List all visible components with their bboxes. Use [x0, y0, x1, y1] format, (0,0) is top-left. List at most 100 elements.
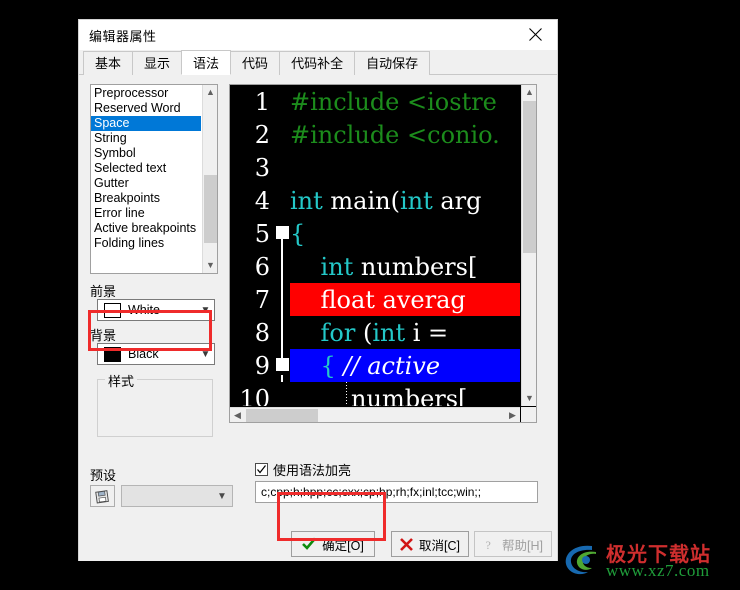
gutter-zone	[274, 382, 290, 406]
scroll-up-icon[interactable]: ▲	[203, 85, 217, 100]
ok-button[interactable]: 确定[O]	[291, 531, 375, 557]
tab-strip: 基本 显示 语法 代码 代码补全 自动保存	[79, 50, 557, 75]
code-preview-panel[interactable]: 1 #include <iostre 2 #include <conio. 3 …	[229, 84, 537, 423]
list-item[interactable]: String	[91, 131, 201, 146]
syntax-element-list[interactable]: Preprocessor Reserved Word Space String …	[90, 84, 218, 274]
code-token: i =	[412, 318, 449, 347]
list-item[interactable]: Folding lines	[91, 236, 201, 251]
foreground-color-swatch	[104, 302, 121, 318]
background-color-value: Black	[128, 347, 159, 361]
list-item[interactable]: Error line	[91, 206, 201, 221]
folding-line	[281, 316, 283, 349]
file-extensions-input[interactable]: c;cpp;h;hpp;cc;cxx;cp;hp;rh;fx;inl;tcc;w…	[255, 481, 538, 503]
list-item[interactable]: Breakpoints	[91, 191, 201, 206]
code-horizontal-scrollbar[interactable]: ◀ ▶	[230, 407, 520, 422]
code-token: int	[290, 186, 331, 215]
tab-basic[interactable]: 基本	[83, 51, 134, 75]
code-token: // active	[343, 351, 441, 380]
question-mark-icon: ?	[486, 538, 491, 551]
list-item[interactable]: Preprocessor	[91, 86, 201, 101]
code-vertical-scrollbar[interactable]: ▲ ▼	[521, 85, 536, 406]
folding-marker[interactable]	[276, 358, 289, 371]
list-item[interactable]: Reserved Word	[91, 101, 201, 116]
tab-display[interactable]: 显示	[132, 51, 183, 75]
line-number: 9	[254, 351, 270, 380]
preset-combo[interactable]: ▼	[121, 485, 233, 507]
chevron-down-icon[interactable]: ▼	[197, 305, 214, 316]
tab-auto-save[interactable]: 自动保存	[354, 51, 431, 75]
dialog-body: Preprocessor Reserved Word Space String …	[79, 75, 557, 561]
tab-code-completion[interactable]: 代码补全	[279, 51, 356, 75]
list-item[interactable]: Symbol	[91, 146, 201, 161]
cancel-button[interactable]: 取消[C]	[391, 531, 469, 557]
list-scrollbar-thumb[interactable]	[204, 175, 217, 243]
line-number: 5	[254, 219, 270, 248]
title-bar: 编辑器属性	[79, 20, 557, 50]
code-token: int	[399, 186, 441, 215]
chevron-down-icon[interactable]: ▼	[212, 491, 232, 502]
code-line-text: {	[290, 217, 520, 250]
tab-code[interactable]: 代码	[230, 51, 281, 75]
close-button[interactable]	[513, 20, 557, 49]
scroll-up-icon[interactable]: ▲	[522, 85, 536, 100]
folding-line	[281, 375, 283, 382]
use-syntax-highlight-label: 使用语法加亮	[273, 463, 352, 478]
gutter-zone	[274, 85, 290, 118]
line-number: 4	[254, 186, 270, 215]
watermark-url: www.xz7.com	[606, 561, 710, 580]
gutter-zone	[274, 151, 290, 184]
code-token: #include <conio.	[290, 120, 500, 149]
scroll-left-icon[interactable]: ◀	[230, 408, 245, 423]
code-line-text: int numbers[	[290, 250, 520, 283]
code-line-text: int main(int arg	[290, 184, 520, 217]
folding-marker[interactable]	[276, 226, 289, 239]
foreground-color-combo[interactable]: White ▼	[97, 299, 215, 321]
code-line-text: #include <iostre	[290, 85, 520, 118]
checkbox-box[interactable]	[255, 463, 268, 476]
code-line: 10 numbers[	[230, 382, 520, 406]
list-item[interactable]: Gutter	[91, 176, 201, 191]
line-number: 3	[254, 153, 270, 182]
code-vertical-scrollbar-thumb[interactable]	[523, 101, 536, 253]
style-groupbox: 样式	[97, 371, 213, 437]
help-button: ? 帮助[H]	[474, 531, 552, 557]
line-number: 6	[254, 252, 270, 281]
code-preview-text: 1 #include <iostre 2 #include <conio. 3 …	[230, 85, 520, 406]
use-syntax-highlight-checkbox[interactable]: 使用语法加亮	[255, 460, 351, 479]
indent-guide	[346, 382, 347, 406]
code-line: 3	[230, 151, 520, 184]
code-line: 9 { // active	[230, 349, 520, 382]
gutter-zone	[274, 184, 290, 217]
list-item[interactable]: Space	[91, 116, 201, 131]
background-color-combo[interactable]: Black ▼	[97, 343, 215, 365]
screen-root: 编辑器属性 基本 显示 语法 代码 代码补全 自动保存 Preprocessor	[0, 0, 740, 590]
scroll-down-icon[interactable]: ▼	[522, 391, 536, 406]
code-line: 5 {	[230, 217, 520, 250]
code-horizontal-scrollbar-thumb[interactable]	[246, 409, 318, 422]
list-scrollbar[interactable]: ▲ ▼	[202, 85, 217, 273]
code-token: for	[290, 318, 363, 347]
chevron-down-icon[interactable]: ▼	[197, 349, 214, 360]
code-line: 2 #include <conio.	[230, 118, 520, 151]
folding-line	[281, 283, 283, 316]
gutter-zone	[274, 118, 290, 151]
page-title: 编辑器属性	[89, 28, 157, 44]
line-number: 10	[239, 384, 270, 407]
code-token: arg	[440, 186, 482, 215]
code-line-text: { // active	[290, 349, 520, 382]
preset-save-button[interactable]	[90, 485, 115, 507]
scroll-right-icon[interactable]: ▶	[505, 408, 520, 423]
floppy-disk-icon	[95, 489, 109, 503]
gutter-zone	[274, 316, 290, 349]
list-item[interactable]: Selected text	[91, 161, 201, 176]
code-token: #include <iostre	[290, 87, 497, 116]
code-line: 6 int numbers[	[230, 250, 520, 283]
tab-syntax[interactable]: 语法	[181, 50, 232, 75]
line-number: 8	[254, 318, 270, 347]
gutter-zone	[274, 349, 290, 382]
scroll-down-icon[interactable]: ▼	[203, 258, 217, 273]
help-button-label: 帮助[H]	[502, 538, 543, 553]
list-item[interactable]: Active breakpoints	[91, 221, 201, 236]
editor-properties-dialog: 编辑器属性 基本 显示 语法 代码 代码补全 自动保存 Preprocessor	[78, 19, 558, 561]
code-token: {	[290, 219, 306, 248]
